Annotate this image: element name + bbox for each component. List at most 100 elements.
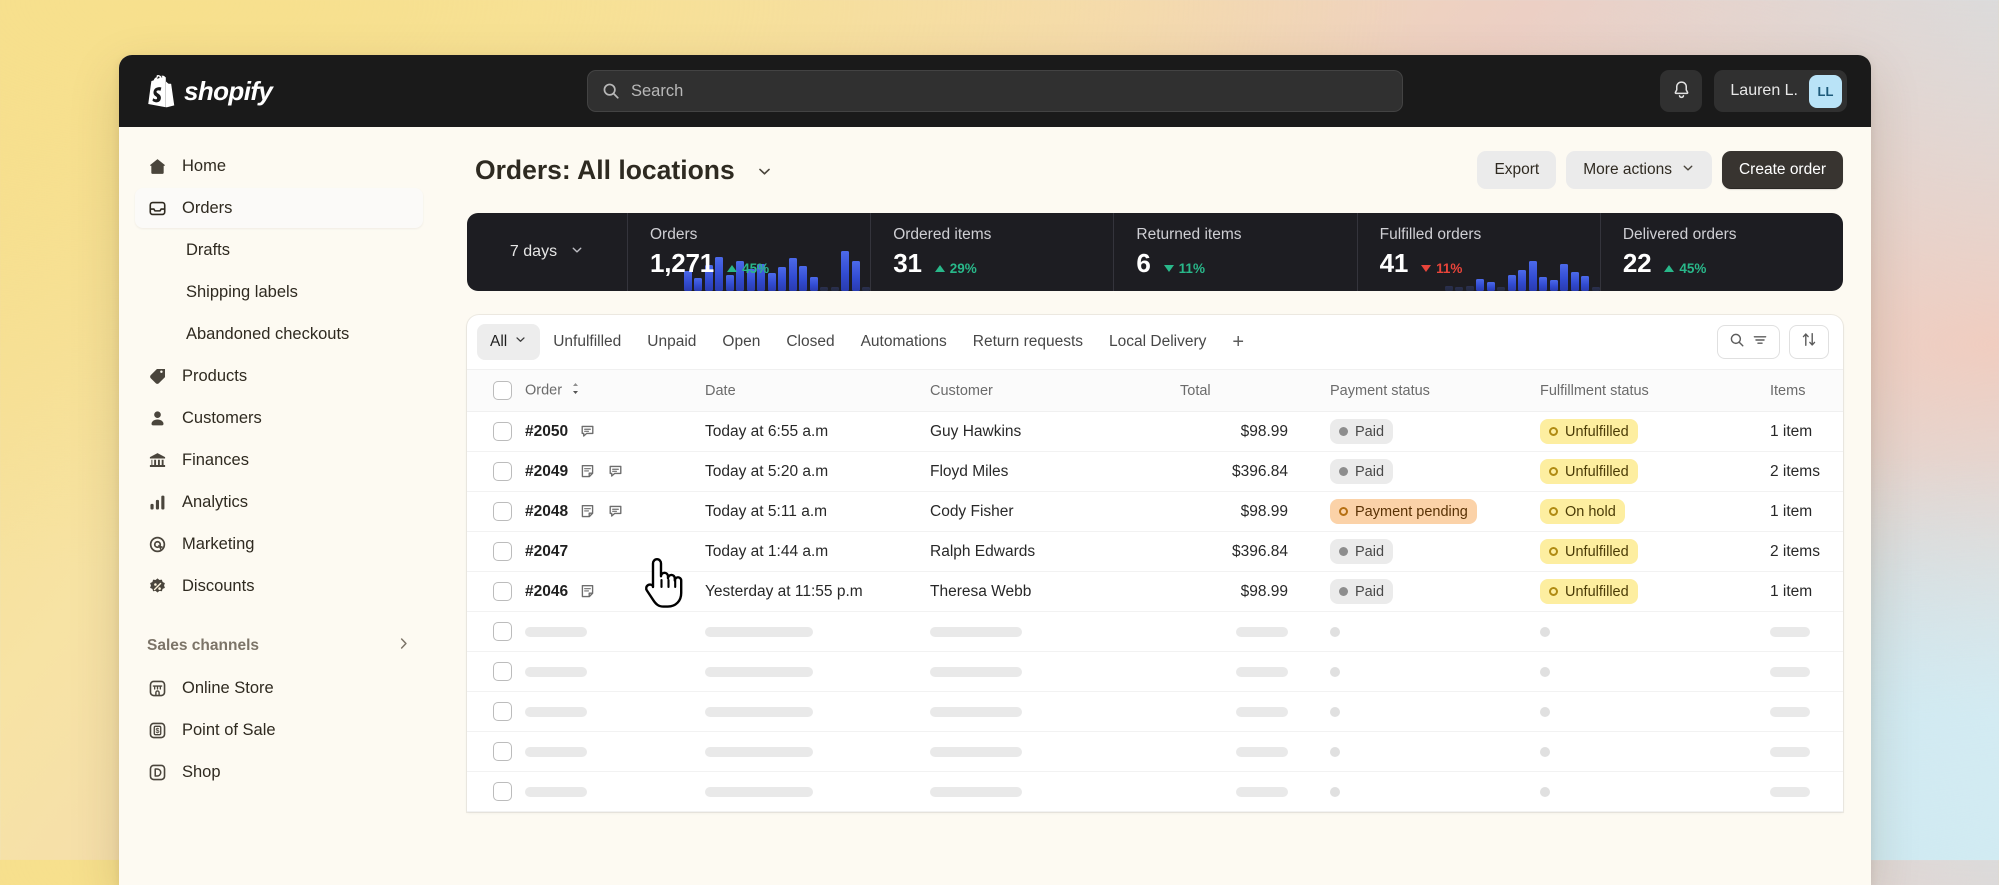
user-menu-button[interactable]: Lauren L. LL xyxy=(1714,70,1847,112)
sidebar-item-discounts[interactable]: Discounts xyxy=(135,566,423,606)
search-input[interactable] xyxy=(631,81,1388,101)
column-header-fulfillment-status[interactable]: Fulfillment status xyxy=(1540,370,1770,412)
row-checkbox[interactable] xyxy=(493,422,512,441)
order-items: 1 item xyxy=(1770,571,1843,612)
sidebar-item-analytics[interactable]: Analytics xyxy=(135,482,423,522)
skeleton-bar xyxy=(1236,786,1288,797)
order-items: 1 item xyxy=(1770,491,1843,532)
tab-local-delivery[interactable]: Local Delivery xyxy=(1096,324,1219,360)
column-header-total[interactable]: Total xyxy=(1180,370,1330,412)
sidebar-item-label: Discounts xyxy=(182,576,255,595)
table-row[interactable]: #2048 Today at 5:11 a.m Cody Fisher $98.… xyxy=(467,491,1843,532)
status-badge: On hold xyxy=(1540,499,1625,524)
status-dot-icon xyxy=(1339,587,1348,596)
sidebar-item-shop[interactable]: Shop xyxy=(135,752,423,792)
table-row[interactable]: #2047 Today at 1:44 a.m Ralph Edwards $3… xyxy=(467,531,1843,572)
column-header-date[interactable]: Date xyxy=(705,370,930,412)
table-row[interactable]: #2050 Today at 6:55 a.m Guy Hawkins $98.… xyxy=(467,411,1843,452)
sidebar-item-home[interactable]: Home xyxy=(135,146,423,186)
sidebar-item-label: Analytics xyxy=(182,492,249,511)
metric-card-returned-items[interactable]: Returned items 6 11% xyxy=(1113,213,1356,291)
sidebar-item-products[interactable]: Products xyxy=(135,356,423,396)
sidebar-item-marketing[interactable]: Marketing xyxy=(135,524,423,564)
order-date: Today at 5:20 a.m xyxy=(705,451,930,492)
payment-status-cell: Paid xyxy=(1330,571,1540,612)
column-header-items[interactable]: Items xyxy=(1770,370,1843,412)
skeleton-bar xyxy=(525,746,587,757)
sidebar-item-label: Finances xyxy=(182,450,249,469)
sidebar-item-drafts[interactable]: Drafts xyxy=(135,230,423,270)
export-button[interactable]: Export xyxy=(1477,151,1557,189)
column-header-order[interactable]: Order xyxy=(525,370,705,412)
sidebar-item-shipping-labels[interactable]: Shipping labels xyxy=(135,272,423,312)
tab-closed[interactable]: Closed xyxy=(773,324,847,360)
tab-open[interactable]: Open xyxy=(709,324,773,360)
row-checkbox[interactable] xyxy=(493,662,512,681)
fulfillment-status-cell: Unfulfilled xyxy=(1540,571,1770,612)
tab-automations[interactable]: Automations xyxy=(848,324,960,360)
sidebar-item-label: Drafts xyxy=(186,240,231,259)
sort-arrows-icon xyxy=(1801,331,1817,353)
table-row[interactable]: #2049 Today at 5:20 a.m Floyd Miles $396… xyxy=(467,451,1843,492)
sidebar-item-customers[interactable]: Customers xyxy=(135,398,423,438)
skeleton-bar xyxy=(705,626,813,637)
payment-status-cell: Paid xyxy=(1330,531,1540,572)
sort-button[interactable] xyxy=(1789,325,1829,359)
metric-card-fulfilled-orders[interactable]: Fulfilled orders 41 11% xyxy=(1356,213,1600,291)
shopify-logo[interactable]: shopify xyxy=(145,74,273,108)
sidebar-item-point-of-sale[interactable]: $ Point of Sale xyxy=(135,710,423,750)
sidebar-item-label: Shop xyxy=(182,762,221,781)
status-badge: Unfulfilled xyxy=(1540,419,1638,444)
notifications-button[interactable] xyxy=(1660,70,1703,112)
status-ring-icon xyxy=(1549,467,1558,476)
row-checkbox[interactable] xyxy=(493,702,512,721)
order-total: $396.84 xyxy=(1180,451,1330,492)
chevron-down-icon[interactable] xyxy=(756,163,773,180)
row-checkbox[interactable] xyxy=(493,462,512,481)
status-ring-icon xyxy=(1339,507,1348,516)
search-box[interactable] xyxy=(587,70,1403,112)
status-dot-icon xyxy=(1339,467,1348,476)
skeleton-bar xyxy=(930,666,1022,677)
select-all-checkbox[interactable] xyxy=(493,381,512,400)
sidebar-item-orders[interactable]: Orders xyxy=(135,188,423,228)
tab-unfulfilled[interactable]: Unfulfilled xyxy=(540,324,634,360)
skeleton-bar xyxy=(525,666,587,677)
tab-unpaid[interactable]: Unpaid xyxy=(634,324,709,360)
create-order-button[interactable]: Create order xyxy=(1721,151,1843,189)
add-view-button[interactable]: + xyxy=(1219,324,1257,360)
skeleton-row xyxy=(467,731,1843,772)
metric-card-ordered-items[interactable]: Ordered items 31 29% xyxy=(870,213,1113,291)
row-checkbox[interactable] xyxy=(493,622,512,641)
row-checkbox[interactable] xyxy=(493,742,512,761)
status-badge: Payment pending xyxy=(1330,499,1477,524)
orders-inbox-icon xyxy=(147,199,168,218)
row-checkbox[interactable] xyxy=(493,582,512,601)
date-range-selector[interactable]: 7 days xyxy=(467,213,627,291)
metric-card-delivered-orders[interactable]: Delivered orders 22 45% xyxy=(1599,213,1843,291)
metric-card-orders[interactable]: Orders 1,271 45% xyxy=(627,213,871,291)
search-icon xyxy=(602,82,620,100)
sidebar-item-finances[interactable]: Finances xyxy=(135,440,423,480)
skeleton-row xyxy=(467,611,1843,652)
row-checkbox[interactable] xyxy=(493,782,512,801)
column-header-payment-status[interactable]: Payment status xyxy=(1330,370,1540,412)
shop-icon xyxy=(147,763,168,782)
tab-all[interactable]: All xyxy=(477,324,541,360)
trend-down-icon xyxy=(1163,265,1174,272)
status-dot-icon xyxy=(1339,427,1348,436)
skeleton-bar xyxy=(1236,706,1288,717)
table-row[interactable]: #2046 Yesterday at 11:55 p.m Theresa Web… xyxy=(467,571,1843,612)
skeleton-bar xyxy=(1770,666,1810,677)
more-actions-button[interactable]: More actions xyxy=(1566,151,1712,189)
sidebar-item-abandoned-checkouts[interactable]: Abandoned checkouts xyxy=(135,314,423,354)
column-header-customer[interactable]: Customer xyxy=(930,370,1180,412)
chevron-down-icon xyxy=(514,333,527,351)
row-checkbox[interactable] xyxy=(493,542,512,561)
row-checkbox[interactable] xyxy=(493,502,512,521)
search-and-filter-button[interactable] xyxy=(1717,325,1780,359)
tab-return-requests[interactable]: Return requests xyxy=(960,324,1096,360)
sidebar-item-online-store[interactable]: Online Store xyxy=(135,668,423,708)
sidebar-section-sales-channels[interactable]: Sales channels xyxy=(135,628,423,664)
skeleton-bar xyxy=(930,626,1022,637)
